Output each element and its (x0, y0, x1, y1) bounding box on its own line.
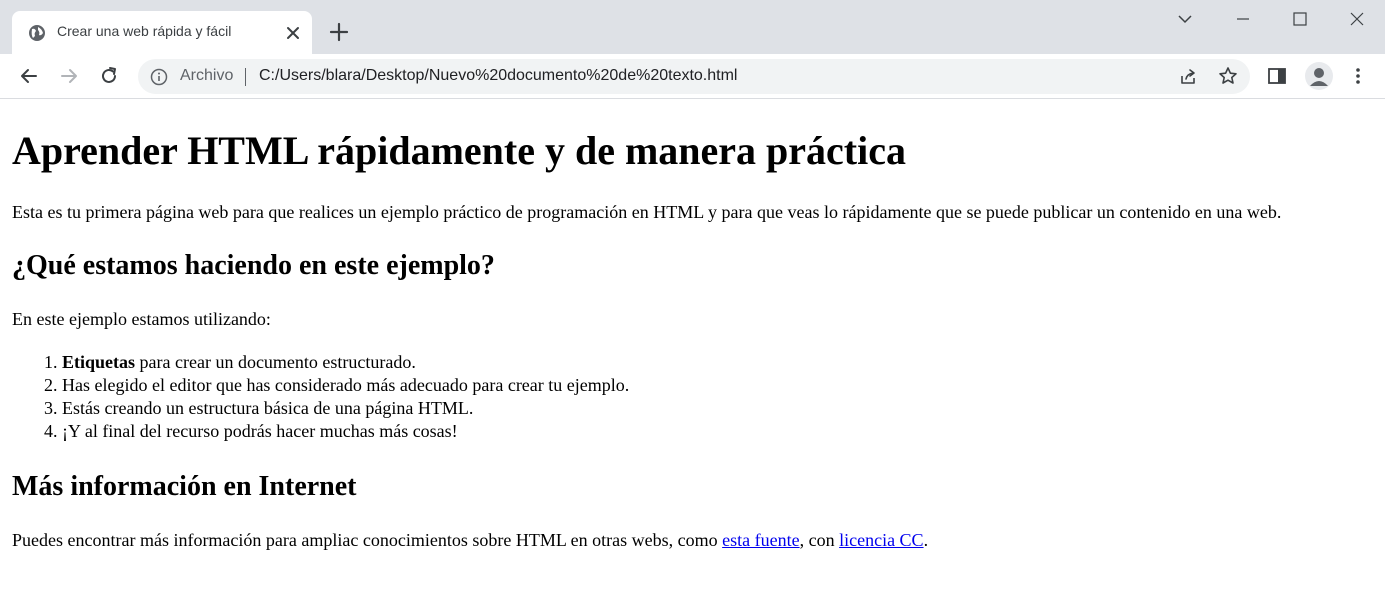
plus-icon[interactable] (328, 21, 350, 43)
back-icon (21, 69, 37, 83)
section-heading-more: Más información en Internet (12, 471, 357, 502)
chevron-down-icon (1178, 15, 1192, 24)
web-page: Aprender HTML rápidamente y de manera pr… (0, 100, 1385, 596)
close-window-button[interactable] (1329, 0, 1385, 38)
intro-paragraph: Esta es tu primera página web para que r… (12, 202, 1282, 222)
more-info-text: . (923, 530, 929, 550)
profile-icon (1310, 68, 1328, 86)
maximize-icon (1293, 12, 1307, 26)
tab-search-button[interactable] (1157, 0, 1213, 38)
close-icon[interactable] (285, 25, 301, 41)
minimize-icon (1237, 18, 1249, 20)
kebab-menu-icon[interactable] (1348, 66, 1368, 86)
list-item: Etiquetas para crear un documento estruc… (62, 351, 1373, 374)
share-icon[interactable] (1178, 67, 1198, 87)
uses-paragraph: En este ejemplo estamos utilizando: (12, 309, 271, 329)
section-heading-what: ¿Qué estamos haciendo en este ejemplo? (12, 250, 495, 281)
close-window-icon (1350, 12, 1364, 26)
list-item-text: ¡Y al final del recurso podrás hacer muc… (62, 421, 458, 441)
page-heading: Aprender HTML rápidamente y de manera pr… (12, 128, 906, 173)
license-link[interactable]: licencia CC (839, 530, 923, 550)
globe-icon (29, 25, 45, 41)
maximize-button[interactable] (1272, 0, 1328, 38)
tab-title: Crear una web rápida y fácil (57, 23, 232, 39)
chip-divider (245, 68, 246, 86)
steps-list: Etiquetas para crear un documento estruc… (12, 351, 1373, 443)
list-item: Has elegido el editor que has considerad… (62, 374, 1373, 397)
more-info-paragraph: Puedes encontrar más información para am… (12, 529, 1373, 552)
source-link[interactable]: esta fuente (722, 530, 799, 550)
side-panel-icon[interactable] (1267, 66, 1287, 86)
more-info-text: , con (799, 530, 840, 550)
active-tab[interactable]: Crear una web rápida y fácil (12, 11, 312, 54)
list-item: Estás creando un estructura básica de un… (62, 397, 1373, 420)
list-item-bold: Etiquetas (62, 352, 136, 372)
reload-button[interactable] (97, 64, 121, 88)
list-item: ¡Y al final del recurso podrás hacer muc… (62, 420, 1373, 443)
info-icon[interactable] (150, 68, 168, 86)
forward-button[interactable] (57, 64, 81, 88)
list-item-text: para crear un documento estructurado. (135, 352, 416, 372)
forward-icon (61, 69, 77, 83)
address-bar[interactable]: Archivo C:/Users/blara/Desktop/Nuevo%20d… (138, 59, 1250, 94)
security-chip[interactable]: Archivo (180, 67, 233, 85)
back-button[interactable] (17, 64, 41, 88)
toolbar: Archivo C:/Users/blara/Desktop/Nuevo%20d… (0, 54, 1385, 99)
more-info-text: Puedes encontrar más información para am… (12, 530, 723, 550)
minimize-button[interactable] (1215, 0, 1271, 38)
list-item-text: Has elegido el editor que has considerad… (62, 375, 630, 395)
tab-strip: Crear una web rápida y fácil (0, 0, 1385, 54)
list-item-text: Estás creando un estructura básica de un… (62, 398, 474, 418)
url-text[interactable]: C:/Users/blara/Desktop/Nuevo%20documento… (259, 67, 737, 85)
avatar[interactable] (1305, 62, 1333, 90)
reload-icon (102, 67, 116, 83)
star-icon[interactable] (1218, 66, 1238, 86)
